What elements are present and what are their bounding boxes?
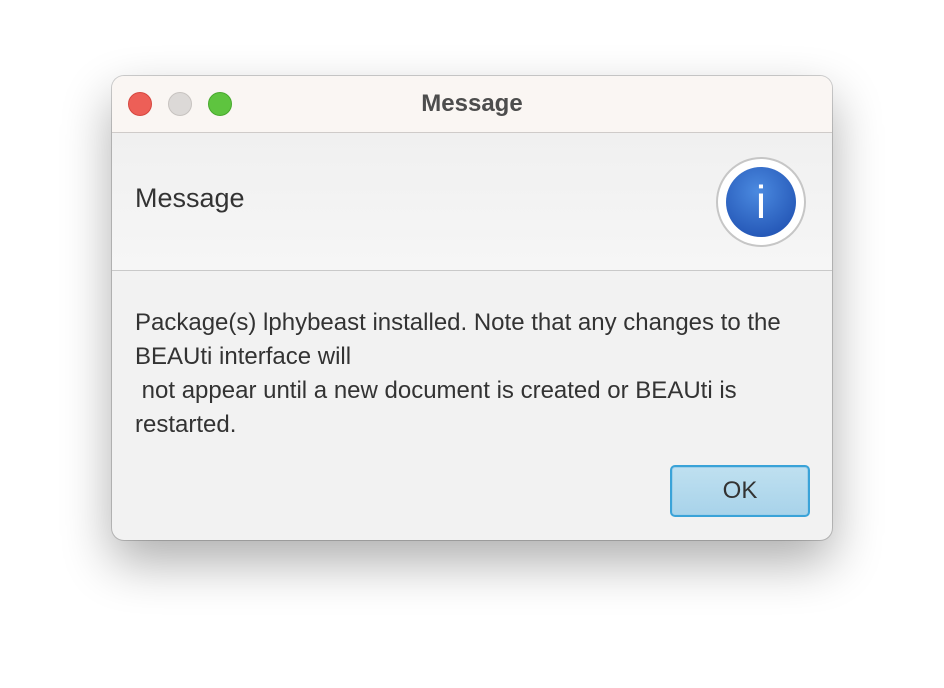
message-dialog: Message Message i Package(s) lphybeast i… bbox=[112, 76, 832, 540]
ok-button[interactable]: OK bbox=[670, 465, 810, 517]
message-text: Package(s) lphybeast installed. Note tha… bbox=[135, 306, 815, 442]
message-line: BEAUti interface will bbox=[135, 343, 352, 370]
title-bar[interactable]: Message bbox=[112, 76, 832, 133]
info-icon-glyph: i bbox=[726, 167, 796, 237]
window-title: Message bbox=[421, 90, 523, 117]
dialog-header: Message i bbox=[112, 133, 832, 271]
message-line: restarted. bbox=[135, 411, 237, 438]
message-line: not appear until a new document is creat… bbox=[135, 377, 737, 404]
header-title: Message bbox=[135, 183, 245, 213]
message-line: Package(s) lphybeast installed. Note tha… bbox=[135, 309, 781, 336]
info-icon: i bbox=[718, 159, 804, 245]
